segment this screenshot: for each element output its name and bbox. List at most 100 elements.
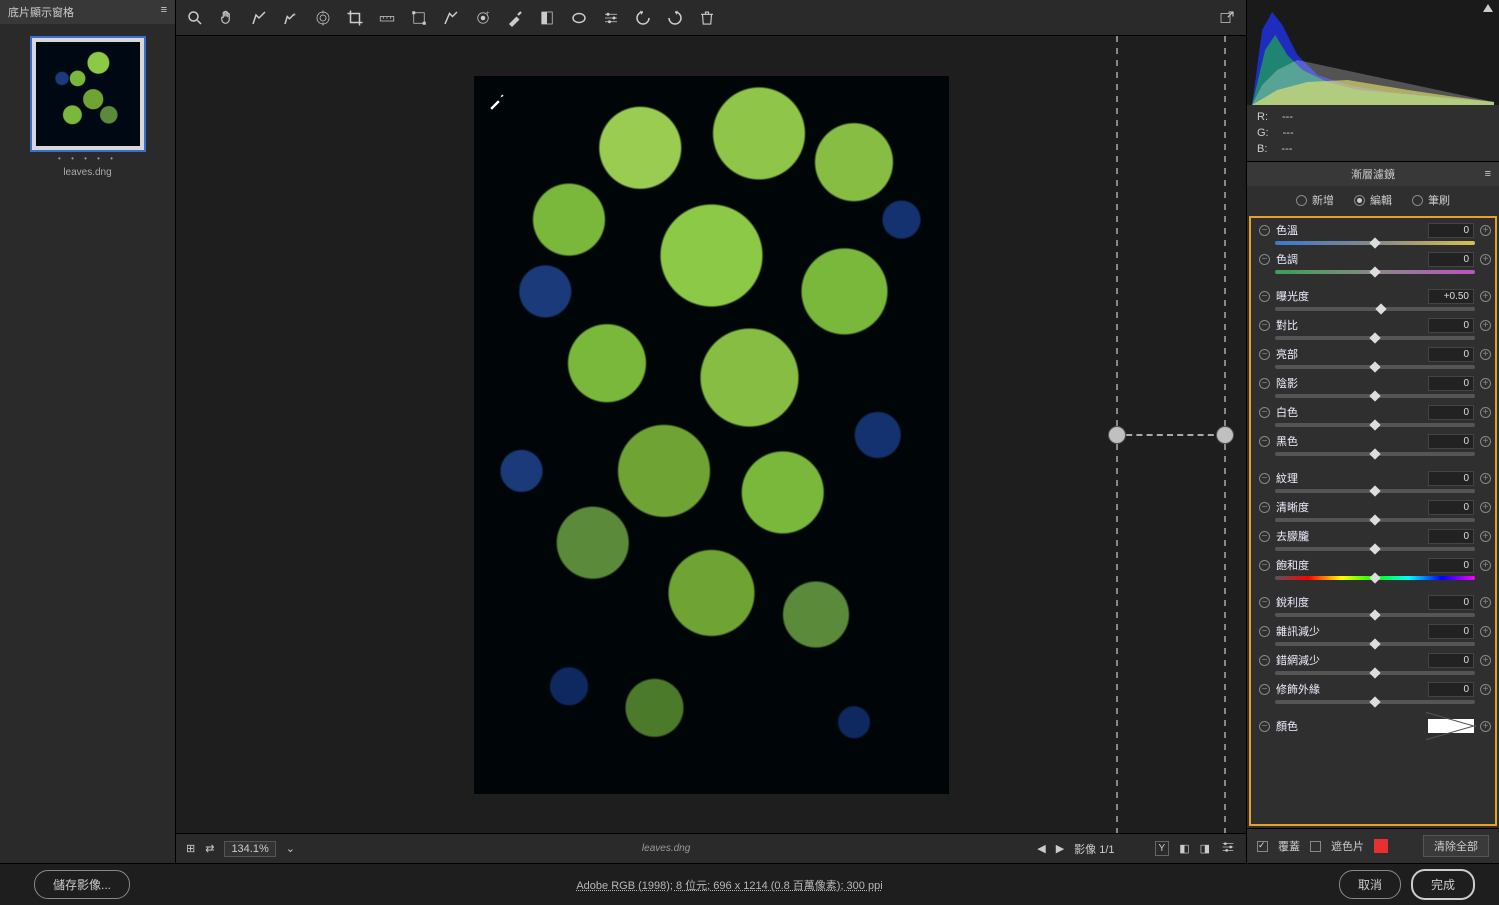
shadow-clip-icon[interactable]: ◧ bbox=[1179, 842, 1189, 855]
grad-axis[interactable] bbox=[1116, 434, 1224, 436]
crop-icon[interactable] bbox=[346, 9, 364, 27]
thumbnail-image[interactable] bbox=[32, 38, 144, 150]
grad-line-end[interactable] bbox=[1224, 36, 1226, 833]
dehaze-plus[interactable]: + bbox=[1480, 531, 1491, 542]
saturation-track[interactable] bbox=[1275, 576, 1475, 580]
contrast-plus[interactable]: + bbox=[1480, 320, 1491, 331]
canvas-area[interactable] bbox=[176, 36, 1246, 833]
white-balance-icon[interactable] bbox=[250, 9, 268, 27]
done-button[interactable]: 完成 bbox=[1411, 869, 1475, 900]
save-image-button[interactable]: 儲存影像... bbox=[34, 870, 130, 899]
next-image-icon[interactable]: ▶ bbox=[1056, 842, 1064, 855]
mask-checkbox[interactable] bbox=[1310, 841, 1321, 852]
defringe-value[interactable]: 0 bbox=[1428, 682, 1474, 697]
grad-line-start[interactable] bbox=[1116, 36, 1118, 833]
saturation-plus[interactable]: + bbox=[1480, 560, 1491, 571]
histogram[interactable] bbox=[1247, 0, 1499, 105]
thumbnail[interactable]: • • • • • leaves.dng bbox=[32, 38, 144, 178]
exposure-track[interactable] bbox=[1275, 307, 1475, 311]
tint-value[interactable]: 0 bbox=[1428, 252, 1474, 267]
highlights-plus[interactable]: + bbox=[1480, 349, 1491, 360]
prev-image-icon[interactable]: ◀ bbox=[1037, 842, 1045, 855]
spot-removal-icon[interactable] bbox=[442, 9, 460, 27]
sharpness-track[interactable] bbox=[1275, 613, 1475, 617]
moire-value[interactable]: 0 bbox=[1428, 653, 1474, 668]
temp-plus[interactable]: + bbox=[1480, 225, 1491, 236]
radial-filter-icon[interactable] bbox=[570, 9, 588, 27]
texture-track[interactable] bbox=[1275, 489, 1475, 493]
tint-track[interactable] bbox=[1275, 270, 1475, 274]
whites-value[interactable]: 0 bbox=[1428, 405, 1474, 420]
defringe-minus[interactable]: − bbox=[1259, 684, 1270, 695]
noise-track[interactable] bbox=[1275, 642, 1475, 646]
highlights-minus[interactable]: − bbox=[1259, 349, 1270, 360]
sharpness-value[interactable]: 0 bbox=[1428, 595, 1474, 610]
texture-value[interactable]: 0 bbox=[1428, 471, 1474, 486]
photo-preview[interactable] bbox=[474, 76, 949, 794]
targeted-adjust-icon[interactable] bbox=[314, 9, 332, 27]
mode-edit[interactable]: 編輯 bbox=[1354, 192, 1392, 208]
temp-track[interactable] bbox=[1275, 241, 1475, 245]
filmstrip-menu-icon[interactable]: ≡ bbox=[161, 4, 167, 20]
rotate-cw-icon[interactable] bbox=[666, 9, 684, 27]
saturation-minus[interactable]: − bbox=[1259, 560, 1270, 571]
dehaze-track[interactable] bbox=[1275, 547, 1475, 551]
straighten-icon[interactable] bbox=[378, 9, 396, 27]
overlay-checkbox[interactable] bbox=[1257, 841, 1268, 852]
dehaze-value[interactable]: 0 bbox=[1428, 529, 1474, 544]
whites-track[interactable] bbox=[1275, 423, 1475, 427]
clarity-value[interactable]: 0 bbox=[1428, 500, 1474, 515]
transform-icon[interactable] bbox=[410, 9, 428, 27]
rotate-ccw-icon[interactable] bbox=[634, 9, 652, 27]
clear-all-button[interactable]: 清除全部 bbox=[1423, 835, 1489, 857]
trash-icon[interactable] bbox=[698, 9, 716, 27]
blacks-minus[interactable]: − bbox=[1259, 436, 1270, 447]
grad-handle-start[interactable] bbox=[1108, 426, 1126, 444]
zoom-dropdown-icon[interactable]: ⌄ bbox=[286, 842, 295, 855]
highlight-warning-icon[interactable] bbox=[1483, 4, 1493, 12]
grid-view-icon[interactable]: ⊞ bbox=[186, 842, 195, 855]
highlights-value[interactable]: 0 bbox=[1428, 347, 1474, 362]
contrast-minus[interactable]: − bbox=[1259, 320, 1270, 331]
exposure-value[interactable]: +0.50 bbox=[1428, 289, 1474, 304]
mode-brush[interactable]: 筆刷 bbox=[1412, 192, 1450, 208]
tint-minus[interactable]: − bbox=[1259, 254, 1270, 265]
shadows-plus[interactable]: + bbox=[1480, 378, 1491, 389]
texture-minus[interactable]: − bbox=[1259, 473, 1270, 484]
noise-plus[interactable]: + bbox=[1480, 626, 1491, 637]
contrast-track[interactable] bbox=[1275, 336, 1475, 340]
whites-plus[interactable]: + bbox=[1480, 407, 1491, 418]
open-object-icon[interactable] bbox=[1218, 9, 1236, 27]
saturation-value[interactable]: 0 bbox=[1428, 558, 1474, 573]
defringe-track[interactable] bbox=[1275, 700, 1475, 704]
cancel-button[interactable]: 取消 bbox=[1339, 870, 1401, 899]
color-plus[interactable]: + bbox=[1480, 721, 1491, 732]
thumbnail-rating[interactable]: • • • • • bbox=[32, 154, 144, 163]
hand-icon[interactable] bbox=[218, 9, 236, 27]
zoom-value[interactable]: 134.1% bbox=[224, 841, 275, 857]
color-sampler-icon[interactable]: + bbox=[282, 9, 300, 27]
temp-value[interactable]: 0 bbox=[1428, 223, 1474, 238]
before-after-icon[interactable]: Y bbox=[1155, 841, 1170, 856]
defringe-plus[interactable]: + bbox=[1480, 684, 1491, 695]
dehaze-minus[interactable]: − bbox=[1259, 531, 1270, 542]
moire-track[interactable] bbox=[1275, 671, 1475, 675]
image-metadata[interactable]: Adobe RGB (1998); 8 位元; 696 x 1214 (0.8 … bbox=[130, 877, 1329, 893]
contrast-value[interactable]: 0 bbox=[1428, 318, 1474, 333]
mask-color-swatch[interactable] bbox=[1374, 839, 1388, 853]
swap-view-icon[interactable]: ⇄ bbox=[205, 842, 214, 855]
blacks-value[interactable]: 0 bbox=[1428, 434, 1474, 449]
sharpness-minus[interactable]: − bbox=[1259, 597, 1270, 608]
sliders-icon[interactable] bbox=[1220, 839, 1236, 858]
shadows-minus[interactable]: − bbox=[1259, 378, 1270, 389]
moire-plus[interactable]: + bbox=[1480, 655, 1491, 666]
tint-plus[interactable]: + bbox=[1480, 254, 1491, 265]
color-swatch[interactable] bbox=[1428, 719, 1474, 733]
whites-minus[interactable]: − bbox=[1259, 407, 1270, 418]
shadows-value[interactable]: 0 bbox=[1428, 376, 1474, 391]
clarity-track[interactable] bbox=[1275, 518, 1475, 522]
graduated-filter-icon[interactable] bbox=[538, 9, 556, 27]
blacks-plus[interactable]: + bbox=[1480, 436, 1491, 447]
noise-minus[interactable]: − bbox=[1259, 626, 1270, 637]
mode-new[interactable]: 新增 bbox=[1296, 192, 1334, 208]
